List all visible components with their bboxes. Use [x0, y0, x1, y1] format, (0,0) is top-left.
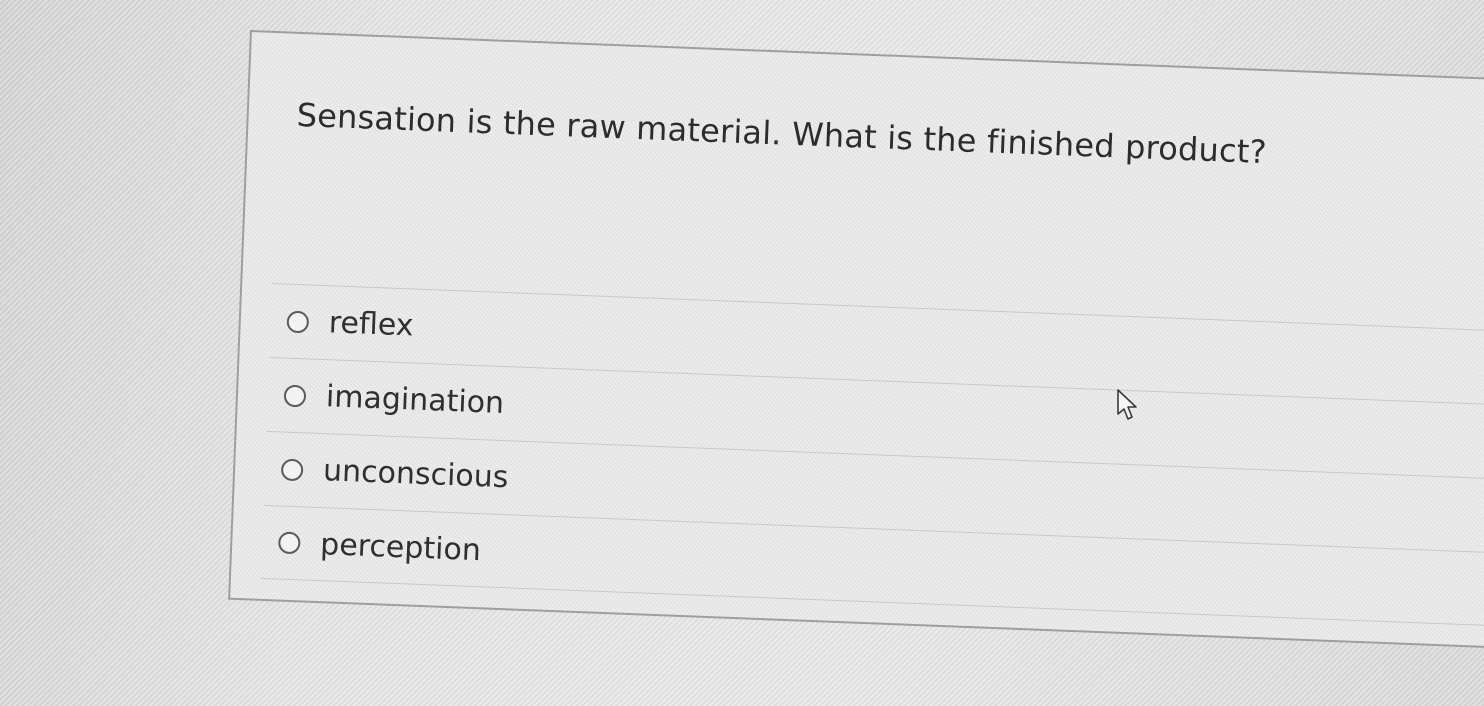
radio-unchecked-icon[interactable] [286, 310, 310, 333]
answer-list: reflex imagination unconscious perceptio… [260, 283, 1484, 627]
radio-unchecked-icon[interactable] [277, 531, 301, 555]
question-text: Sensation is the raw material. What is t… [296, 95, 1268, 172]
answer-label[interactable]: imagination [325, 379, 504, 421]
answer-label[interactable]: unconscious [322, 453, 509, 495]
question-card: Sensation is the raw material. What is t… [228, 30, 1484, 650]
answer-label[interactable]: perception [320, 527, 482, 568]
mouse-pointer-icon [1117, 389, 1137, 420]
radio-unchecked-icon[interactable] [280, 458, 304, 481]
radio-unchecked-icon[interactable] [283, 384, 307, 407]
answer-label[interactable]: reflex [328, 305, 414, 343]
screen: Sensation is the raw material. What is t… [0, 0, 1484, 706]
